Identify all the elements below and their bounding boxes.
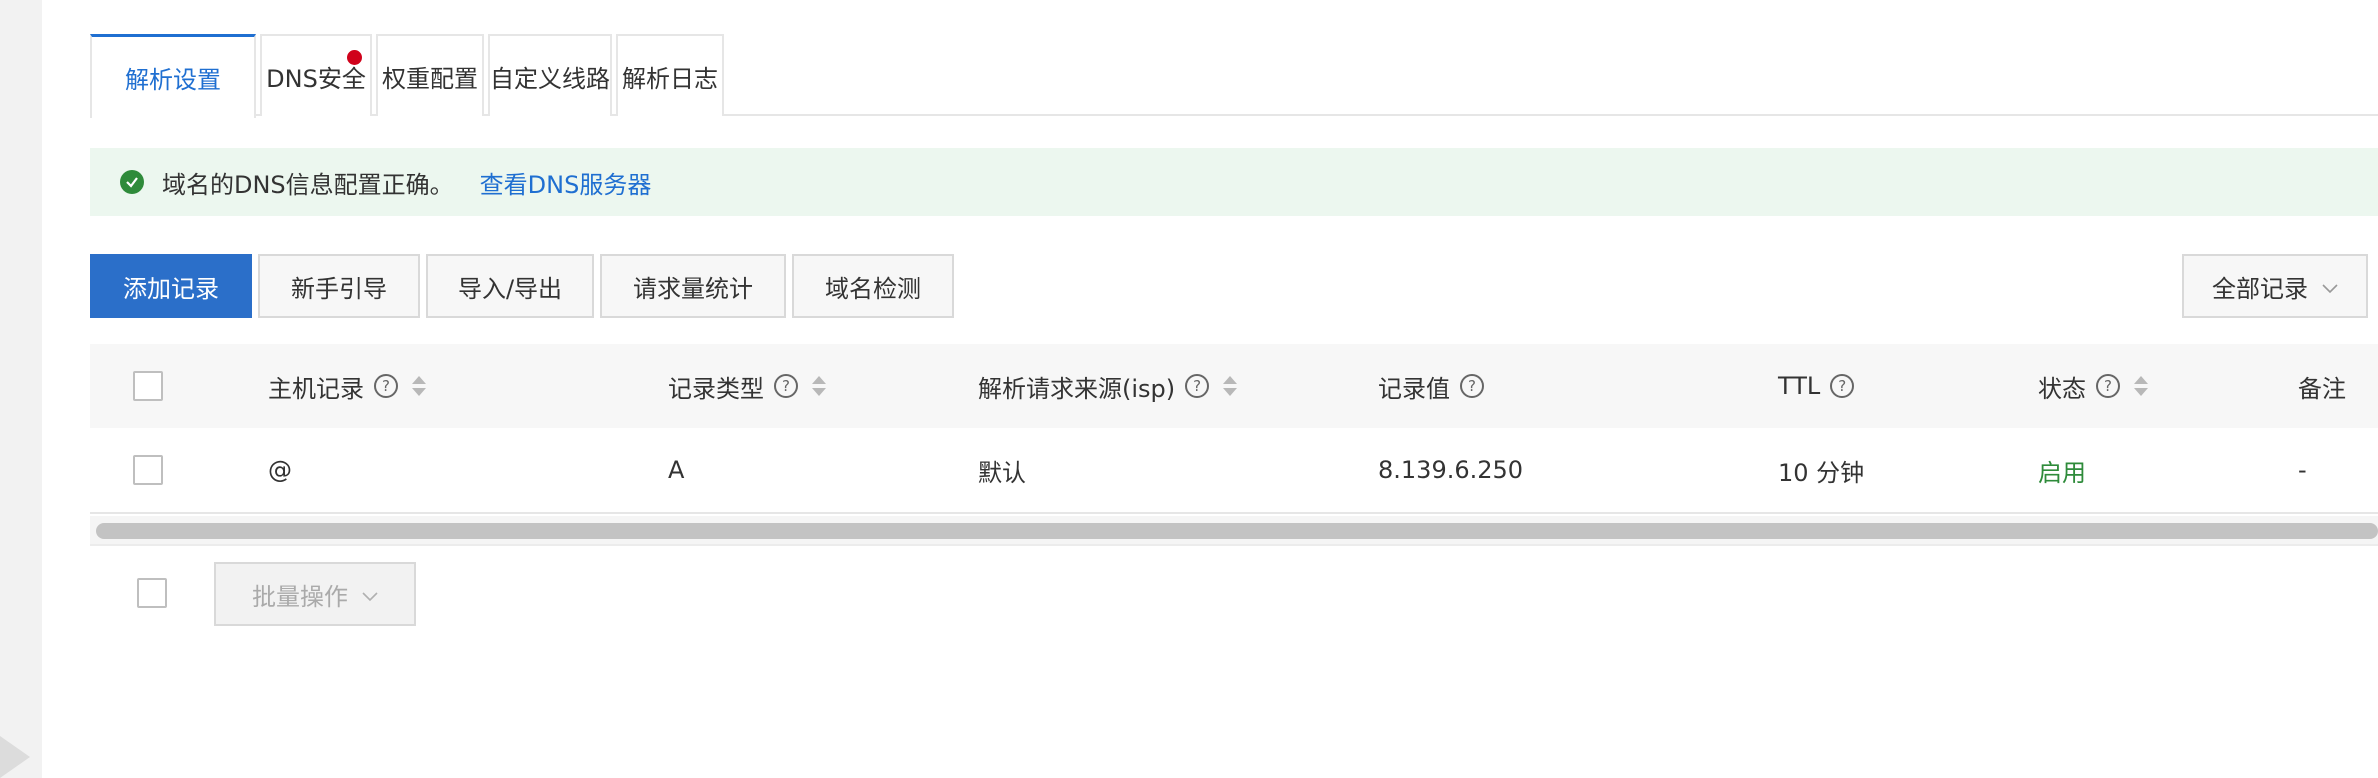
beginner-guide-button[interactable]: 新手引导 [258,254,420,318]
header-remark: 备注 [2298,344,2346,428]
cell-remark: - [2298,456,2307,484]
header-ttl-label: TTL [1778,372,1821,400]
chevron-down-icon [362,580,378,608]
row-select-cell [133,428,163,512]
left-sidebar-rail [0,0,42,778]
select-all-checkbox[interactable] [133,371,163,401]
beginner-guide-label: 新手引导 [291,274,387,303]
header-remark-label: 备注 [2298,374,2346,403]
tab-weight-config[interactable]: 权重配置 [376,34,484,116]
header-type-label: 记录类型 [668,374,764,403]
import-export-label: 导入/导出 [457,274,563,303]
cell-type: A [668,456,685,484]
batch-select-checkbox[interactable] [137,578,167,608]
request-stats-label: 请求量统计 [633,274,753,303]
sort-icon[interactable] [812,376,826,396]
sort-icon[interactable] [2134,376,2148,396]
cell-value: 8.139.6.250 [1378,456,1524,484]
header-status-label: 状态 [2038,374,2086,403]
batch-operations-label: 批量操作 [252,582,348,611]
tab-label: 解析设置 [125,66,221,94]
help-icon[interactable]: ? [374,374,398,398]
cell-status: 启用 [2038,458,2086,487]
cell-isp: 默认 [978,458,1026,487]
help-icon[interactable]: ? [2096,374,2120,398]
tab-dns-security[interactable]: DNS安全 [260,34,372,116]
tab-label: 权重配置 [382,64,478,93]
batch-operations-dropdown[interactable]: 批量操作 [214,562,416,626]
tab-custom-lines[interactable]: 自定义线路 [488,34,612,116]
record-filter-label: 全部记录 [2212,274,2308,303]
view-dns-servers-link[interactable]: 查看DNS服务器 [480,165,652,200]
tab-resolve-logs[interactable]: 解析日志 [616,34,724,116]
sort-icon[interactable] [1223,376,1238,396]
cell-host: @ [268,456,292,484]
request-stats-button[interactable]: 请求量统计 [600,254,786,318]
header-isp-label: 解析请求来源(isp) [978,374,1176,403]
select-all-cell [133,344,163,428]
collapse-handle-icon[interactable] [0,736,30,778]
sort-icon[interactable] [412,376,426,396]
tab-bar: 解析设置 DNS安全 权重配置 自定义线路 解析日志 [90,34,2378,118]
add-record-button[interactable]: 添加记录 [90,254,252,318]
dns-status-alert: 域名的DNS信息配置正确。 查看DNS服务器 [90,148,2378,216]
records-table-header: 主机记录 ? 记录类型 ? 解析请求来源(isp) ? 记录值 ? TTL ? … [90,344,2378,428]
chevron-down-icon [2322,272,2338,300]
help-icon[interactable]: ? [1460,374,1484,398]
table-row: @ A 默认 8.139.6.250 10 分钟 启用 - [90,428,2378,514]
import-export-button[interactable]: 导入/导出 [426,254,594,318]
help-icon[interactable]: ? [1830,374,1855,398]
header-value-label: 记录值 [1378,374,1450,403]
help-icon[interactable]: ? [1185,374,1210,398]
scrollbar-thumb[interactable] [96,523,2378,539]
main-content: 解析设置 DNS安全 权重配置 自定义线路 解析日志 域名的DNS信息配置正确。… [42,0,2378,778]
alert-message: 域名的DNS信息配置正确。 [162,170,454,199]
help-icon[interactable]: ? [774,374,798,398]
cell-ttl: 10 分钟 [1778,458,1865,487]
header-status: 状态 ? [2038,344,2148,428]
check-circle-icon [120,170,144,194]
tab-label: 自定义线路 [490,64,610,93]
domain-check-button[interactable]: 域名检测 [792,254,954,318]
tab-resolve-settings[interactable]: 解析设置 [90,34,256,118]
domain-check-label: 域名检测 [825,274,921,303]
header-ttl: TTL ? [1778,344,1855,428]
notification-dot-icon [347,50,362,65]
tab-label: 解析日志 [622,64,718,93]
header-isp: 解析请求来源(isp) ? [978,344,1238,428]
header-host-label: 主机记录 [268,374,364,403]
add-record-label: 添加记录 [123,274,219,303]
row-checkbox[interactable] [133,455,163,485]
horizontal-scrollbar[interactable] [90,516,2378,546]
header-type: 记录类型 ? [668,344,826,428]
record-filter-dropdown[interactable]: 全部记录 [2182,254,2368,318]
header-value: 记录值 ? [1378,344,1484,428]
header-host: 主机记录 ? [268,344,426,428]
